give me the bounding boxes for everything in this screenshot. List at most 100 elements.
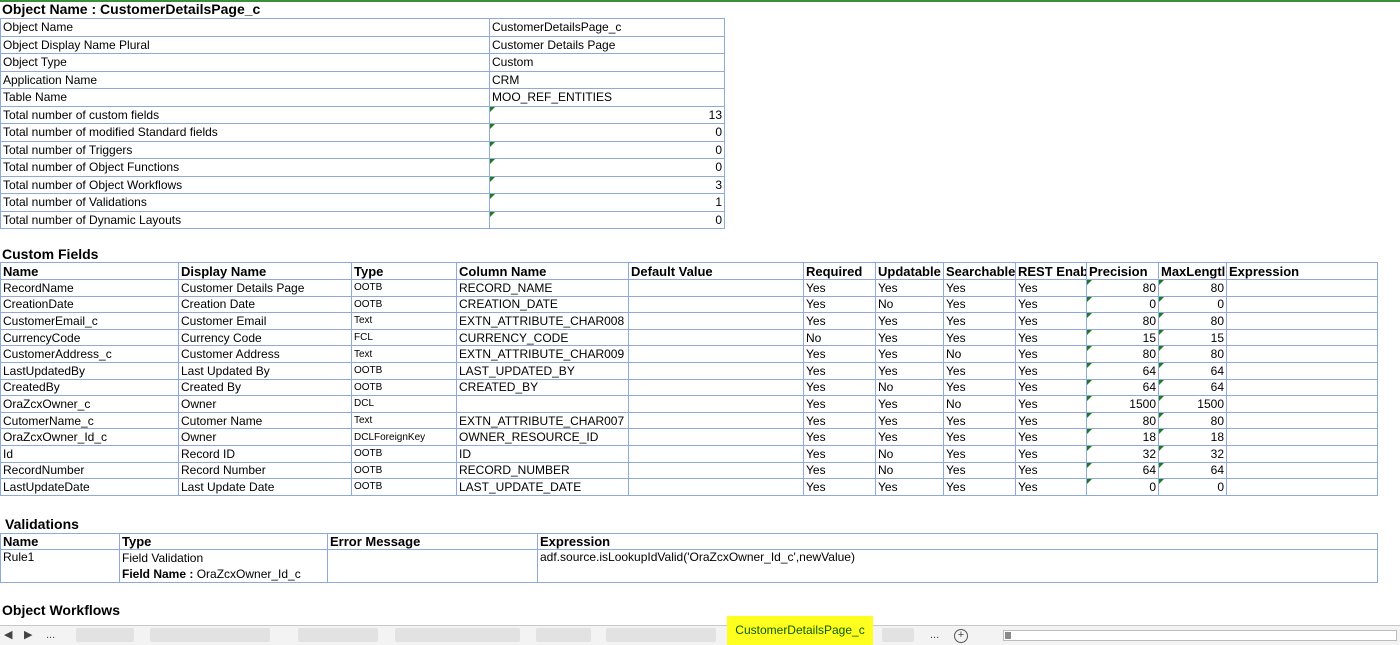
validation-expression[interactable]: adf.source.isLookupIdValid('OraZcxOwner_… [537,549,1378,583]
field-name-cell[interactable]: CustomerEmail_c [0,312,179,330]
precision-cell[interactable]: 80 [1086,279,1159,297]
expression-cell[interactable] [1226,328,1378,347]
required-cell[interactable]: Yes [803,428,876,446]
field-name-cell[interactable]: OraZcxOwner_Id_c [0,428,179,446]
default-value-cell[interactable] [628,428,804,446]
max-length-cell[interactable]: 32 [1158,444,1227,463]
display-name-cell[interactable]: Created By [178,378,352,397]
rest-enabled-cell[interactable]: Yes [1015,444,1087,463]
field-name-cell[interactable]: LastUpdatedBy [0,361,179,380]
required-cell[interactable]: No [803,328,876,347]
max-length-cell[interactable]: 80 [1158,312,1227,330]
required-cell[interactable]: Yes [803,461,876,480]
column-header[interactable]: Column Name [456,262,629,280]
max-length-cell[interactable]: 80 [1158,411,1227,430]
searchable-cell[interactable]: No [943,395,1016,413]
column-name-cell[interactable]: CREATED_BY [456,378,629,397]
scrollbar-thumb[interactable] [1005,632,1011,639]
summary-label[interactable]: Object Type [0,53,490,72]
expression-cell[interactable] [1226,378,1378,397]
rest-enabled-cell[interactable]: Yes [1015,461,1087,480]
searchable-cell[interactable]: Yes [943,295,1016,314]
column-name-cell[interactable]: OWNER_RESOURCE_ID [456,428,629,446]
column-header[interactable]: Expression [1226,262,1378,280]
expression-cell[interactable] [1226,279,1378,297]
expression-cell[interactable] [1226,295,1378,314]
column-name-cell[interactable]: ID [456,444,629,463]
field-type-cell[interactable]: OOTB [351,295,457,314]
precision-cell[interactable]: 64 [1086,461,1159,480]
field-name-cell[interactable]: CreatedBy [0,378,179,397]
summary-label[interactable]: Total number of Object Functions [0,158,490,177]
field-type-cell[interactable]: OOTB [351,378,457,397]
column-header[interactable]: Type [119,533,328,550]
updatable-cell[interactable]: Yes [875,428,944,446]
column-header[interactable]: Precision [1086,262,1159,280]
default-value-cell[interactable] [628,478,804,496]
summary-value[interactable]: 0 [489,140,725,159]
display-name-cell[interactable]: Customer Address [178,345,352,363]
field-name-cell[interactable]: CutomerName_c [0,411,179,430]
precision-cell[interactable]: 64 [1086,361,1159,380]
updatable-cell[interactable]: Yes [875,411,944,430]
max-length-cell[interactable]: 64 [1158,461,1227,480]
expression-cell[interactable] [1226,411,1378,430]
field-type-cell[interactable]: OOTB [351,461,457,480]
rest-enabled-cell[interactable]: Yes [1015,478,1087,496]
validation-error-message[interactable] [327,549,538,583]
required-cell[interactable]: Yes [803,361,876,380]
summary-value[interactable]: 3 [489,175,725,194]
field-type-cell[interactable]: Text [351,345,457,363]
precision-cell[interactable]: 0 [1086,478,1159,496]
next-sheet-icon[interactable]: ▶ [24,626,32,645]
sheet-tab-blurred[interactable] [76,628,134,642]
searchable-cell[interactable]: Yes [943,279,1016,297]
searchable-cell[interactable]: Yes [943,411,1016,430]
field-name-cell[interactable]: CreationDate [0,295,179,314]
precision-cell[interactable]: 1500 [1086,395,1159,413]
field-type-cell[interactable]: OOTB [351,279,457,297]
rest-enabled-cell[interactable]: Yes [1015,279,1087,297]
required-cell[interactable]: Yes [803,411,876,430]
column-header[interactable]: Required [803,262,876,280]
column-header[interactable]: REST Enab [1015,262,1087,280]
summary-value[interactable]: 0 [489,158,725,177]
field-type-cell[interactable]: DCLForeignKey [351,428,457,446]
precision-cell[interactable]: 80 [1086,312,1159,330]
display-name-cell[interactable]: Creation Date [178,295,352,314]
horizontal-scrollbar[interactable] [1003,630,1397,641]
column-name-cell[interactable]: RECORD_NUMBER [456,461,629,480]
display-name-cell[interactable]: Last Update Date [178,478,352,496]
expression-cell[interactable] [1226,345,1378,363]
field-name-cell[interactable]: CustomerAddress_c [0,345,179,363]
sheet-tab-blurred[interactable] [606,628,716,642]
rest-enabled-cell[interactable]: Yes [1015,328,1087,347]
column-name-cell[interactable]: LAST_UPDATE_DATE [456,478,629,496]
default-value-cell[interactable] [628,461,804,480]
summary-value[interactable]: 0 [489,123,725,142]
searchable-cell[interactable]: Yes [943,461,1016,480]
field-type-cell[interactable]: FCL [351,328,457,347]
column-header[interactable]: Name [0,262,179,280]
field-name-cell[interactable]: RecordNumber [0,461,179,480]
field-type-cell[interactable]: OOTB [351,478,457,496]
default-value-cell[interactable] [628,361,804,380]
summary-label[interactable]: Table Name [0,88,490,107]
precision-cell[interactable]: 64 [1086,378,1159,397]
column-name-cell[interactable]: EXTN_ATTRIBUTE_CHAR009 [456,345,629,363]
display-name-cell[interactable]: Record ID [178,444,352,463]
searchable-cell[interactable]: Yes [943,328,1016,347]
precision-cell[interactable]: 32 [1086,444,1159,463]
field-name-cell[interactable]: Id [0,444,179,463]
rest-enabled-cell[interactable]: Yes [1015,428,1087,446]
validation-name[interactable]: Rule1 [0,549,120,583]
column-header[interactable]: Searchable [943,262,1016,280]
updatable-cell[interactable]: No [875,295,944,314]
searchable-cell[interactable]: Yes [943,444,1016,463]
column-header[interactable]: Type [351,262,457,280]
precision-cell[interactable]: 0 [1086,295,1159,314]
column-name-cell[interactable]: CURRENCY_CODE [456,328,629,347]
expression-cell[interactable] [1226,478,1378,496]
summary-label[interactable]: Total number of Dynamic Layouts [0,210,490,229]
display-name-cell[interactable]: Last Updated By [178,361,352,380]
